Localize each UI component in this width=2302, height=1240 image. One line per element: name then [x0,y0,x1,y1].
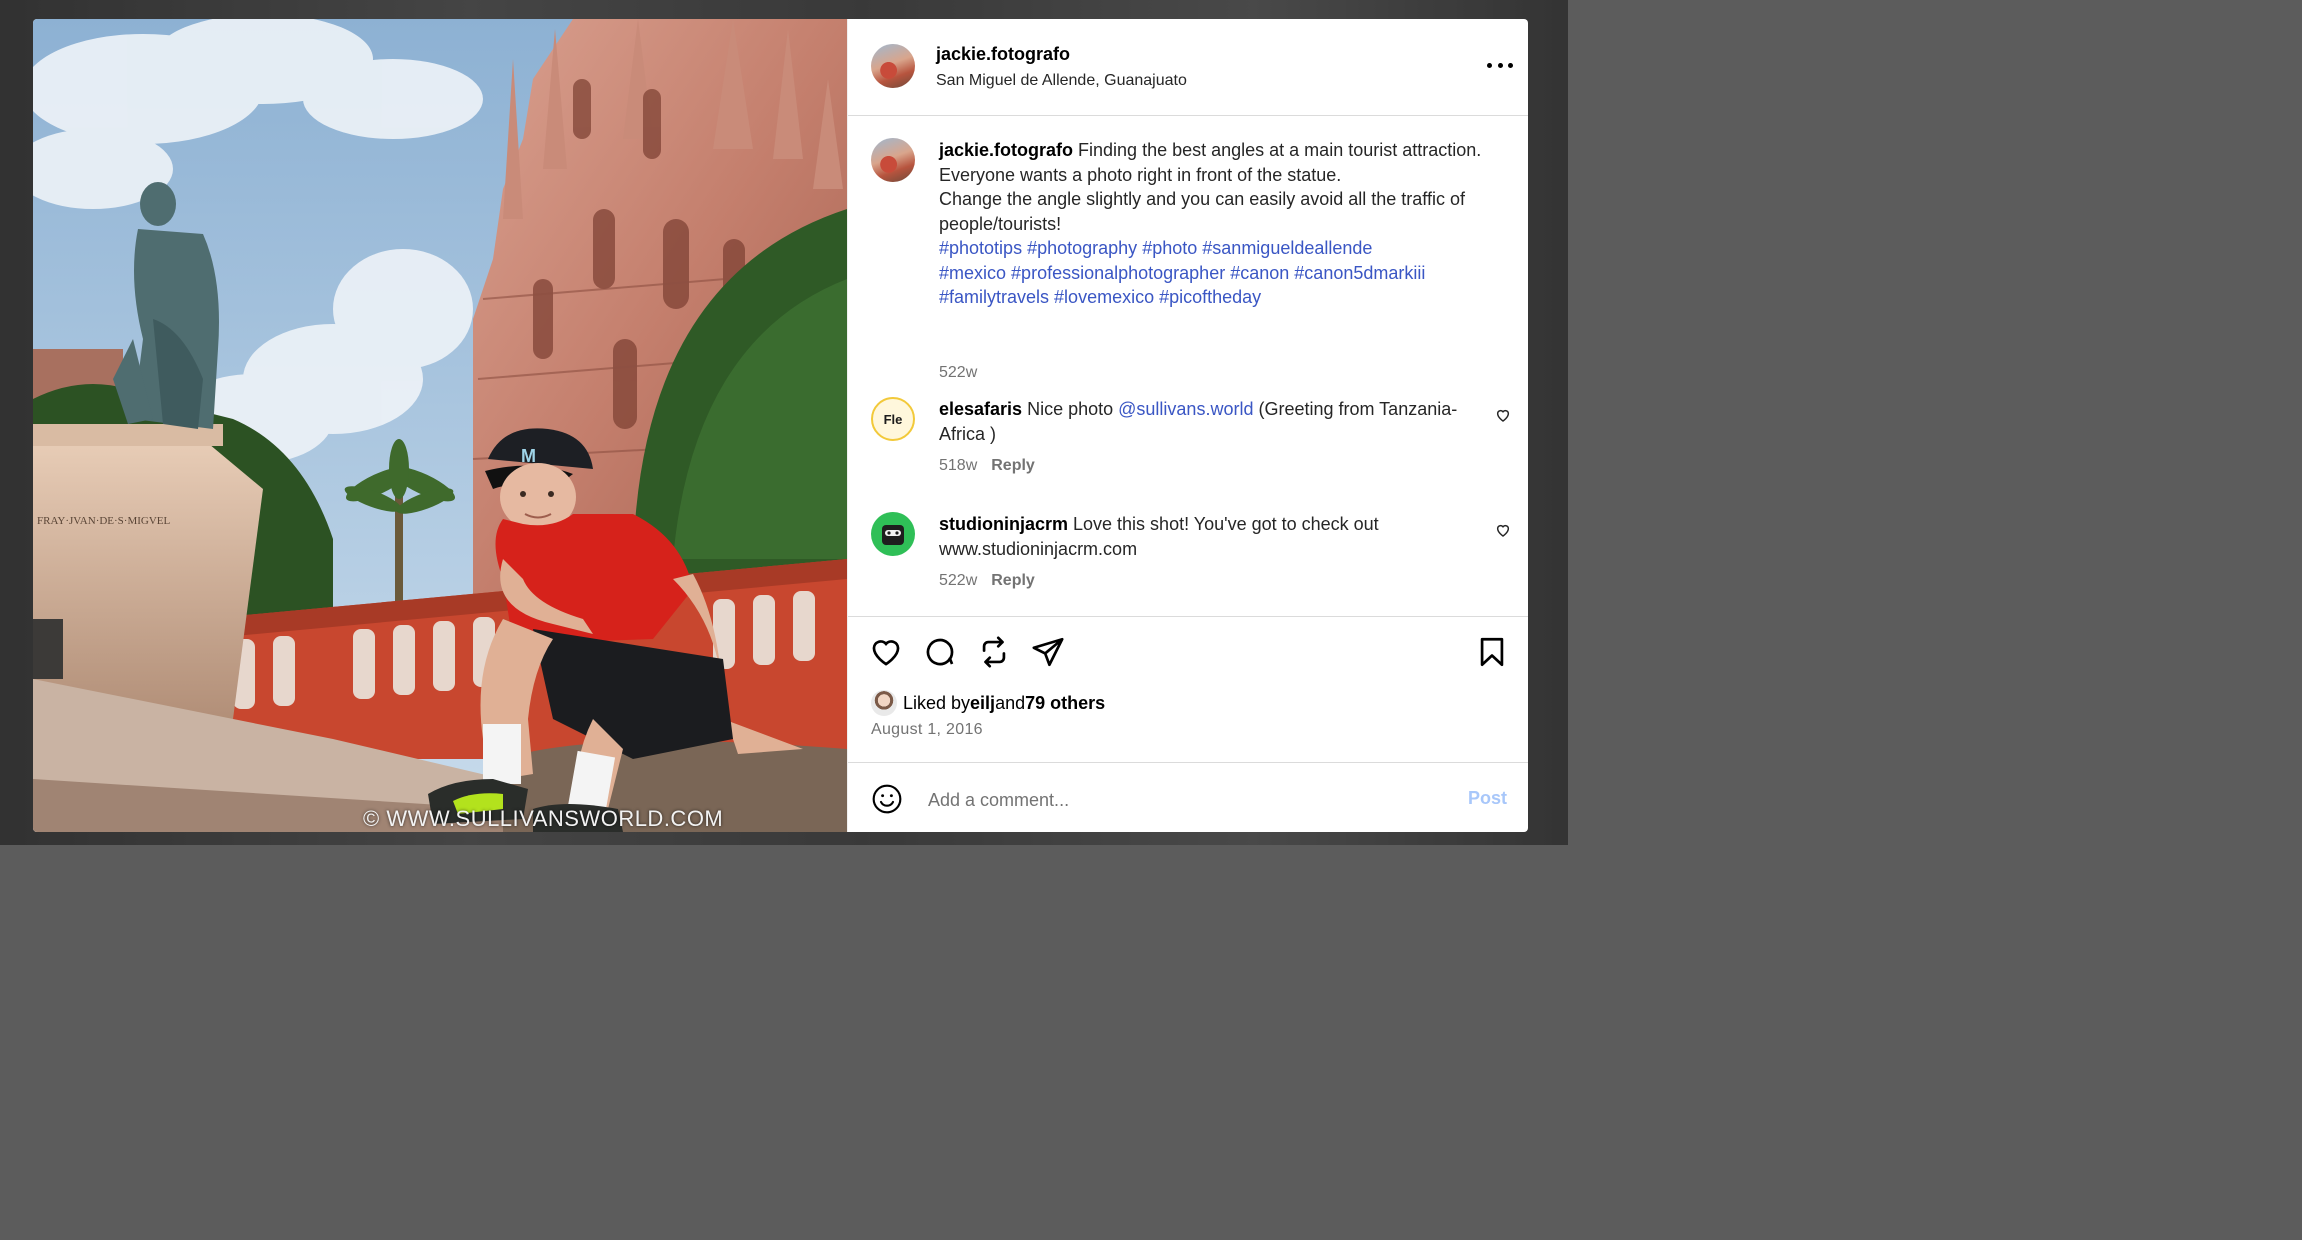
hashtag[interactable]: #photography [1027,238,1137,258]
liker-username[interactable]: eilj [970,693,995,714]
heart-icon[interactable] [869,635,903,669]
add-comment-bar: Post [848,762,1528,832]
caption-line-3: Change the angle slightly and you can ea… [939,189,1465,234]
comment-text: elesafaris Nice photo @sullivans.world (… [939,397,1479,446]
comment-like-icon[interactable] [1495,522,1511,538]
reply-button[interactable]: Reply [991,572,1035,589]
post-header: jackie.fotografo San Miguel de Allende, … [848,19,1528,116]
post-photo[interactable]: FRAY·JVAN·DE·S·MIGVEL M © WWW.SULLIVANSW… [33,19,847,832]
post-side-panel: jackie.fotografo San Miguel de Allende, … [847,19,1528,832]
emoji-icon[interactable] [871,783,903,815]
photo-watermark: © WWW.SULLIVANSWORLD.COM [363,806,724,831]
bookmark-icon[interactable] [1475,635,1509,669]
reply-button[interactable]: Reply [991,457,1035,474]
caption-item: jackie.fotografo Finding the best angles… [848,138,1528,381]
liker-avatar[interactable] [871,690,897,716]
svg-text:M: M [521,446,536,466]
hashtag[interactable]: #phototips [939,238,1022,258]
comment-item: studioninjacrm Love this shot! You've go… [848,512,1528,602]
ninja-logo-icon [882,525,904,545]
hashtag[interactable]: #picoftheday [1159,287,1261,307]
comment-username[interactable]: elesafaris [939,399,1022,419]
caption-avatar[interactable] [871,138,915,182]
post-location[interactable]: San Miguel de Allende, Guanajuato [936,72,1187,90]
caption-username[interactable]: jackie.fotografo [939,140,1073,160]
comment-mention[interactable]: @sullivans.world [1118,399,1253,419]
hashtag[interactable]: #familytravels [939,287,1049,307]
hashtag[interactable]: #lovemexico [1054,287,1154,307]
likes-others[interactable]: 79 others [1025,693,1105,714]
comment-input[interactable] [926,785,1410,815]
caption-line-1: Finding the best angles at a main touris… [1073,140,1482,160]
author-avatar[interactable] [871,44,915,88]
comment-item: Fle elesafaris Nice photo @sullivans.wor… [848,397,1528,487]
more-options-icon[interactable] [1487,55,1513,75]
share-icon[interactable] [1031,635,1065,669]
caption-line-2: Everyone wants a photo right in front of… [939,164,1342,185]
commenter-avatar[interactable]: Fle [871,397,915,441]
comment-age: 522w [939,572,978,589]
comment-like-icon[interactable] [1495,407,1511,423]
likes-prefix: Liked by [903,692,971,713]
caption-age: 522w [939,364,978,381]
post-actions: Liked by eilj and 79 others August 1, 20… [848,616,1528,763]
comment-username[interactable]: studioninjacrm [939,514,1068,534]
photo-illustration: FRAY·JVAN·DE·S·MIGVEL M [33,19,847,832]
likes-middle: and [995,692,1026,713]
likes-summary[interactable]: Liked by eilj and 79 others [871,690,1105,716]
caption-text: jackie.fotografo Finding the best angles… [939,138,1499,310]
comment-text: studioninjacrm Love this shot! You've go… [939,512,1479,561]
author-username[interactable]: jackie.fotografo [936,44,1070,65]
comment-age: 518w [939,457,978,474]
hashtag[interactable]: #canon5dmarkiii [1294,263,1425,283]
comment-icon[interactable] [923,635,957,669]
commenter-avatar[interactable] [871,512,915,556]
post-date[interactable]: August 1, 2016 [871,721,983,739]
hashtag[interactable]: #mexico [939,263,1006,283]
hashtag[interactable]: #professionalphotographer [1011,263,1225,283]
hashtag[interactable]: #sanmigueldeallende [1202,238,1372,258]
hashtag[interactable]: #photo [1142,238,1197,258]
statue-inscription: FRAY·JVAN·DE·S·MIGVEL [37,515,171,527]
comments-list[interactable]: jackie.fotografo Finding the best angles… [848,116,1528,616]
commenter-avatar-text: Fle [883,411,903,427]
hashtag[interactable]: #canon [1230,263,1289,283]
comment-body: Nice photo [1022,399,1119,419]
post-modal: FRAY·JVAN·DE·S·MIGVEL M © WWW.SULLIVANSW… [33,19,1528,832]
comment-meta: 518w Reply [939,457,1035,475]
comment-meta: 522w Reply [939,572,1035,590]
repost-icon[interactable] [977,635,1011,669]
post-button[interactable]: Post [1468,788,1507,809]
